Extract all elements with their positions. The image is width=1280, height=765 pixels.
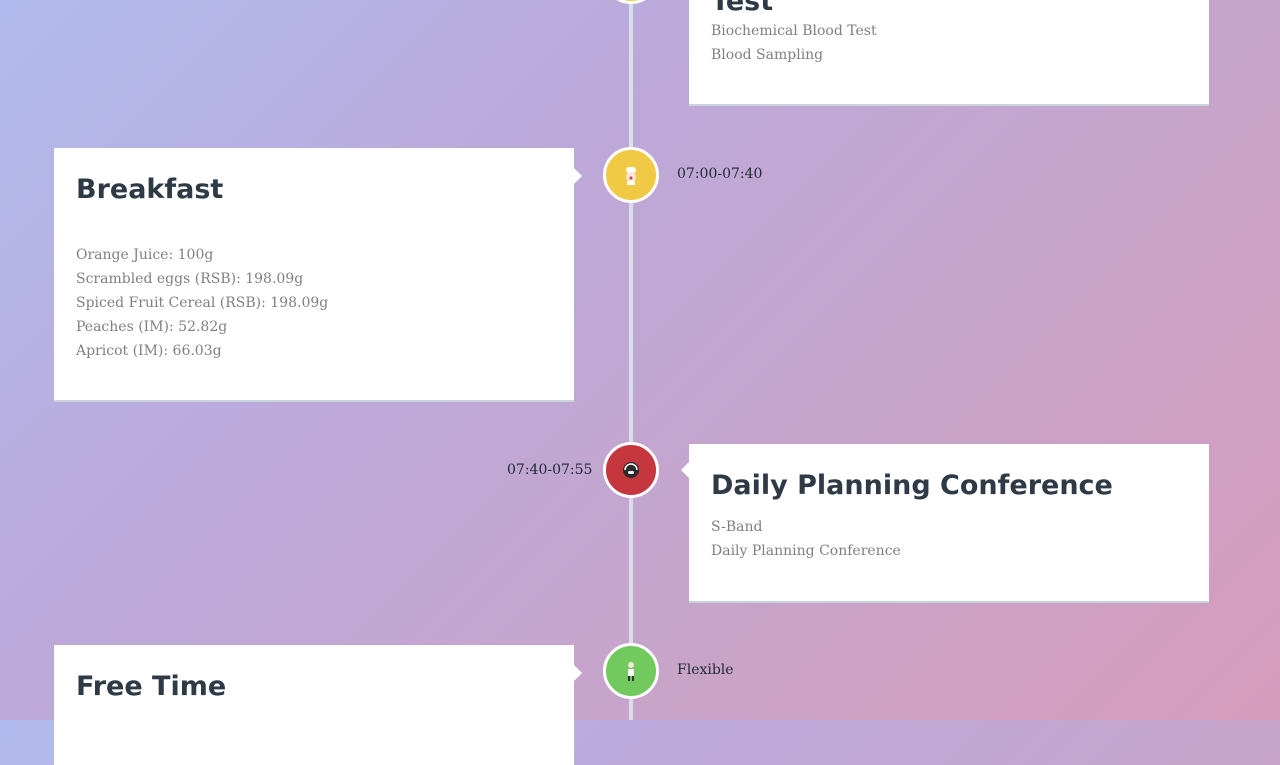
event-detail-line: Daily Planning Conference	[711, 543, 901, 559]
event-card-conference[interactable]: Daily Planning Conference S-Band Daily P…	[681, 444, 1209, 601]
event-time: Flexible	[677, 662, 734, 678]
timeline-line	[629, 0, 633, 720]
event-title: Free Time	[76, 671, 227, 702]
event-card-test[interactable]: Test Biochemical Blood Test Blood Sampli…	[689, 0, 1209, 104]
timeline-node-test[interactable]	[603, 0, 659, 4]
event-detail-line: Spiced Fruit Cereal (RSB): 198.09g	[76, 295, 329, 311]
event-detail-line: Apricot (IM): 66.03g	[76, 343, 222, 359]
timeline-node-free-time[interactable]	[603, 643, 659, 699]
event-title: Daily Planning Conference	[711, 470, 1113, 501]
event-title: Breakfast	[76, 174, 224, 205]
headset-icon	[623, 462, 639, 478]
event-details: Biochemical Blood Test Blood Sampling	[711, 19, 877, 67]
timeline-node-breakfast[interactable]	[603, 147, 659, 203]
event-time: 07:00-07:40	[677, 166, 763, 182]
event-detail-line: Orange Juice: 100g	[76, 247, 214, 263]
event-card-breakfast[interactable]: Breakfast Orange Juice: 100g Scrambled e…	[54, 148, 582, 400]
event-details: Orange Juice: 100g Scrambled eggs (RSB):…	[76, 243, 328, 363]
event-card-free-time[interactable]: Free Time	[54, 645, 582, 765]
event-detail-line: S-Band	[711, 519, 763, 535]
event-detail-line: Scrambled eggs (RSB): 198.09g	[76, 271, 304, 287]
event-time: 07:40-07:55	[507, 462, 593, 478]
event-detail-line: Blood Sampling	[711, 47, 824, 63]
event-title: Test	[711, 0, 774, 17]
event-details: S-Band Daily Planning Conference	[711, 515, 901, 563]
event-detail-line: Biochemical Blood Test	[711, 23, 877, 39]
event-detail-line: Peaches (IM): 52.82g	[76, 319, 228, 335]
timeline-node-conference[interactable]	[603, 442, 659, 498]
person-icon	[628, 662, 634, 681]
chef-icon	[626, 167, 636, 185]
